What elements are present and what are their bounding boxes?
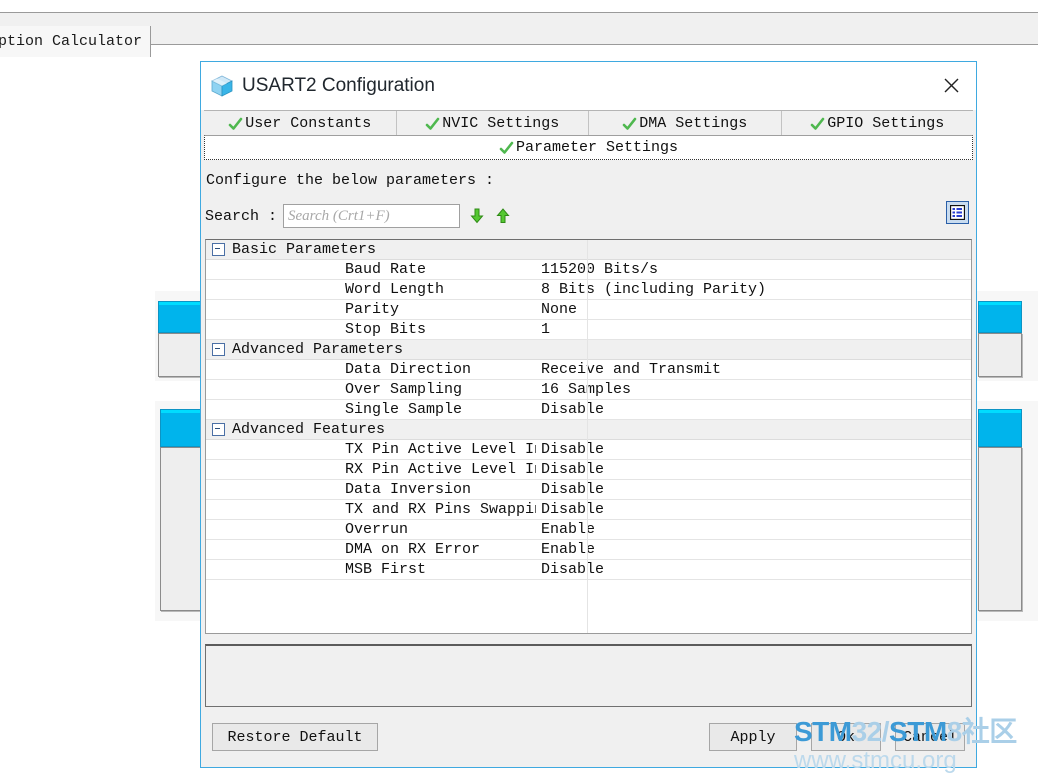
parameter-grid[interactable]: Basic Parameters Baud Rate 115200 Bits/s Wo… [205,239,972,634]
tab-user-constants[interactable]: User Constants [204,111,397,135]
search-row: Search : [205,201,972,230]
dialog-tabs: User Constants NVIC Settings DMA Setting… [201,110,976,160]
parameter-group-header[interactable]: Advanced Parameters [206,340,971,360]
cube-icon [210,74,234,98]
configure-hint: Configure the below parameters : [206,172,495,189]
grid-column-separator [587,240,588,633]
background-block-body [978,333,1022,377]
parameter-row[interactable]: Overrun Enable [206,520,971,540]
parameter-value[interactable]: 16 Samples [536,381,971,398]
parameter-row[interactable]: DMA on RX Error Enable [206,540,971,560]
tab-parameter-settings[interactable]: Parameter Settings [204,135,973,160]
parameter-group-header[interactable]: Basic Parameters [206,240,971,260]
parameter-row[interactable]: Over Sampling 16 Samples [206,380,971,400]
collapse-toggle-icon[interactable] [212,243,225,256]
parameter-value[interactable]: Enable [536,521,971,538]
parameter-row[interactable]: Data Inversion Disable [206,480,971,500]
tab-row-secondary: User Constants NVIC Settings DMA Setting… [204,110,973,135]
parameter-name: TX and RX Pins Swapping [345,501,536,518]
parameter-value[interactable]: Enable [536,541,971,558]
parameter-name: Parity [345,301,400,318]
restore-default-button[interactable]: Restore Default [212,723,378,751]
dialog-titlebar: USART2 Configuration [201,62,976,110]
parameter-value[interactable]: 8 Bits (including Parity) [536,281,971,298]
parameter-name: Word Length [345,281,445,298]
parameter-name: DMA on RX Error [345,541,481,558]
parameter-row[interactable]: Stop Bits 1 [206,320,971,340]
close-icon[interactable] [926,62,976,109]
collapse-toggle-icon[interactable] [212,423,225,436]
parameter-name: Over Sampling [345,381,463,398]
parameter-name: Data Inversion [345,481,472,498]
check-icon [810,117,825,132]
background-tab-label: ption Calculator [0,33,143,50]
parameter-row[interactable]: TX Pin Active Level Inve...Disable [206,440,971,460]
parameter-group-label: Advanced Parameters [232,341,404,358]
parameter-value[interactable]: Disable [536,441,971,458]
check-icon [499,141,514,156]
parameter-value[interactable]: Disable [536,401,971,418]
tab-gpio-settings[interactable]: GPIO Settings [781,111,973,135]
dialog-content: Configure the below parameters : Search … [201,160,976,707]
parameter-name: MSB First [345,561,427,578]
parameter-name: RX Pin Active Level Inve... [345,461,536,478]
tab-label: DMA Settings [639,114,748,132]
parameter-value[interactable]: 1 [536,321,971,338]
background-block-header [978,301,1022,333]
check-icon [622,117,637,132]
tab-label: GPIO Settings [827,114,945,132]
arrow-up-icon[interactable] [494,206,512,226]
parameter-group-label: Basic Parameters [232,241,377,258]
parameter-value[interactable]: 115200 Bits/s [536,261,971,278]
tab-nvic-settings[interactable]: NVIC Settings [396,111,589,135]
tab-dma-settings[interactable]: DMA Settings [589,111,782,135]
dialog-footer: Restore Default Apply Ok Cancel [201,707,976,767]
parameter-name: Baud Rate [345,261,427,278]
parameter-value[interactable]: Disable [536,501,971,518]
parameter-row[interactable]: MSB First Disable [206,560,971,580]
parameter-row[interactable]: Single Sample Disable [206,400,971,420]
grid-rows-container: Basic Parameters Baud Rate 115200 Bits/s Wo… [206,240,971,580]
parameter-row[interactable]: Parity None [206,300,971,320]
arrow-down-icon[interactable] [468,206,486,226]
background-tab-power-consumption-calculator[interactable]: ption Calculator [0,26,152,57]
background-block-header [978,409,1022,447]
check-icon [425,117,440,132]
tab-label: NVIC Settings [442,114,560,132]
background-block-body [978,447,1022,611]
apply-button[interactable]: Apply [709,723,797,751]
parameter-group-header[interactable]: Advanced Features [206,420,971,440]
tab-label: User Constants [245,114,372,132]
parameter-row[interactable]: RX Pin Active Level Inve...Disable [206,460,971,480]
parameter-value[interactable]: Disable [536,461,971,478]
parameter-name: Stop Bits [345,321,427,338]
parameter-value[interactable]: None [536,301,971,318]
parameter-name: TX Pin Active Level Inve... [345,441,536,458]
collapse-toggle-icon[interactable] [212,343,225,356]
parameter-value[interactable]: Disable [536,481,971,498]
search-input[interactable] [283,204,461,228]
check-icon [228,117,243,132]
parameter-description-panel [205,644,972,707]
dialog-title: USART2 Configuration [242,75,435,96]
ok-button[interactable]: Ok [811,723,881,751]
usart2-configuration-dialog: USART2 Configuration User Constants NVIC… [200,61,977,768]
parameter-name: Single Sample [345,401,463,418]
parameter-row[interactable]: Word Length 8 Bits (including Parity) [206,280,971,300]
search-label: Search : [205,207,278,225]
parameter-value[interactable]: Disable [536,561,971,578]
background-tabstrip: ption Calculator [0,12,1038,57]
cancel-button[interactable]: Cancel [895,723,965,751]
parameter-group-label: Advanced Features [232,421,386,438]
list-view-icon[interactable] [946,201,969,224]
tab-label: Parameter Settings [515,139,679,156]
parameter-value[interactable]: Receive and Transmit [536,361,971,378]
parameter-name: Data Direction [345,361,472,378]
parameter-row[interactable]: TX and RX Pins Swapping Disable [206,500,971,520]
parameter-row[interactable]: Data Direction Receive and Transmit [206,360,971,380]
parameter-name: Overrun [345,521,409,538]
parameter-row[interactable]: Baud Rate 115200 Bits/s [206,260,971,280]
